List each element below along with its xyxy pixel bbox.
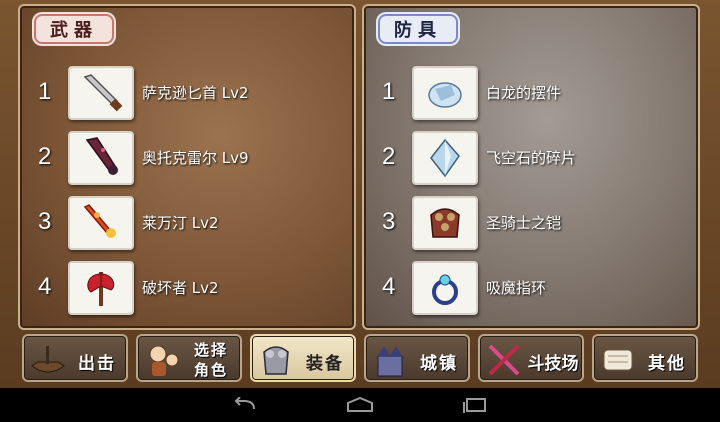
slot-number: 3 <box>38 208 52 235</box>
weapons-title: 武器 <box>34 14 114 44</box>
slot-number: 1 <box>38 78 52 105</box>
nav-other-button[interactable]: 其他 <box>592 334 698 382</box>
nav-arena-button[interactable]: 斗技场 <box>478 334 584 382</box>
ring-icon[interactable] <box>412 261 478 315</box>
home-icon[interactable] <box>345 394 375 416</box>
crystal-shard-icon[interactable] <box>412 131 478 185</box>
nav-arena-label: 斗技场 <box>527 354 579 374</box>
equipment-armor-icon <box>263 346 289 375</box>
weapons-panel: 武器 1 萨克逊匕首 Lv2 2 奥托克雷尔 Lv9 3 莱万汀 Lv2 4 破… <box>18 4 356 330</box>
armor-row[interactable]: 2 飞空石的碎片 <box>364 131 698 189</box>
nav-select-label-line1: 选择 <box>193 341 228 359</box>
armor-row[interactable]: 4 吸魔指环 <box>364 261 698 319</box>
nav-select-label: 选择 角色 <box>182 340 240 380</box>
weapon-name: 奥托克雷尔 Lv9 <box>142 149 249 167</box>
slot-number: 2 <box>38 143 52 170</box>
weapon-name: 破坏者 Lv2 <box>142 279 219 297</box>
armor-name: 圣骑士之铠 <box>486 214 562 232</box>
crossed-swords-icon <box>488 344 520 376</box>
dragon-ornament-icon[interactable] <box>412 66 478 120</box>
castle-icon <box>377 346 403 377</box>
nav-other-label: 其他 <box>648 354 686 374</box>
nav-equip-button[interactable]: 装备 <box>250 334 356 382</box>
weapon-name: 萨克逊匕首 Lv2 <box>142 84 249 102</box>
slot-number: 4 <box>382 273 396 300</box>
slot-number: 1 <box>382 78 396 105</box>
recents-icon[interactable] <box>460 394 490 416</box>
armor-title: 防具 <box>378 14 458 44</box>
ship-icon <box>31 346 65 373</box>
armor-panel: 防具 1 白龙的摆件 2 飞空石的碎片 3 圣骑士之铠 4 吸魔指环 <box>362 4 700 330</box>
nav-select-character-button[interactable]: 选择 角色 <box>136 334 242 382</box>
nav-attack-button[interactable]: 出击 <box>22 334 128 382</box>
armor-name: 吸魔指环 <box>486 279 547 297</box>
weapon-name: 莱万汀 Lv2 <box>142 214 219 232</box>
nav-town-label: 城镇 <box>420 354 458 374</box>
slot-number: 2 <box>382 143 396 170</box>
slot-number: 4 <box>38 273 52 300</box>
slot-number: 3 <box>382 208 396 235</box>
character-icon <box>149 345 179 376</box>
armor-row[interactable]: 1 白龙的摆件 <box>364 66 698 124</box>
nav-equip-label: 装备 <box>306 354 344 374</box>
knife-icon[interactable] <box>68 66 134 120</box>
weapon-row[interactable]: 3 莱万汀 Lv2 <box>20 196 354 254</box>
armor-icon[interactable] <box>412 196 478 250</box>
battle-axe-icon[interactable] <box>68 261 134 315</box>
weapon-row[interactable]: 4 破坏者 Lv2 <box>20 261 354 319</box>
scroll-icon <box>603 349 633 371</box>
nav-attack-label: 出击 <box>78 354 116 374</box>
system-nav-bar <box>0 388 720 422</box>
armor-name: 飞空石的碎片 <box>486 149 577 167</box>
bottom-nav: 出击 选择角色 装备 城镇 斗技场 其他 <box>14 332 706 384</box>
armor-row[interactable]: 3 圣骑士之铠 <box>364 196 698 254</box>
nav-town-button[interactable]: 城镇 <box>364 334 470 382</box>
game-screen: 武器 1 萨克逊匕首 Lv2 2 奥托克雷尔 Lv9 3 莱万汀 Lv2 4 破… <box>0 0 720 388</box>
nav-select-label-line2: 角色 <box>193 361 228 379</box>
back-icon[interactable] <box>230 394 260 416</box>
dark-sword-icon[interactable] <box>68 131 134 185</box>
armor-name: 白龙的摆件 <box>486 84 562 102</box>
weapon-row[interactable]: 1 萨克逊匕首 Lv2 <box>20 66 354 124</box>
flame-sword-icon[interactable] <box>68 196 134 250</box>
weapon-row[interactable]: 2 奥托克雷尔 Lv9 <box>20 131 354 189</box>
